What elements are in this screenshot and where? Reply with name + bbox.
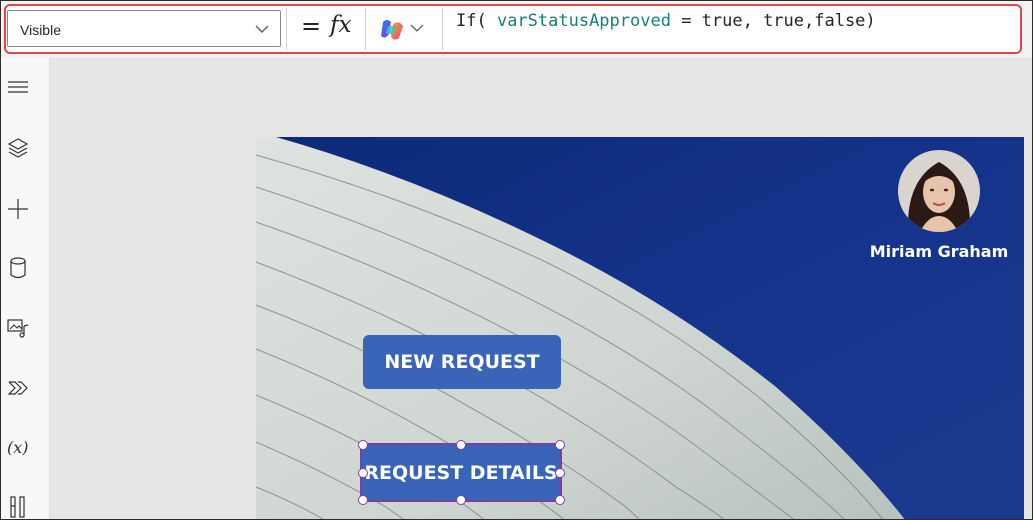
selection-handle[interactable] [555, 440, 565, 450]
selection-handle[interactable] [358, 495, 368, 505]
media-icon[interactable] [6, 316, 30, 340]
separator [365, 8, 366, 50]
selection-handle[interactable] [555, 495, 565, 505]
app-frame: Visible = fx If( varStatusApproved = tru… [0, 0, 1033, 520]
tools-icon[interactable] [6, 495, 30, 519]
selection-handle[interactable] [456, 440, 466, 450]
app-screen[interactable]: Miriam Graham NEW REQUEST REQUEST DETAIL… [256, 137, 1024, 519]
separator [286, 8, 287, 50]
request-details-button[interactable]: REQUEST DETAILS [360, 443, 562, 502]
insert-icon[interactable] [6, 197, 30, 221]
layers-icon[interactable] [6, 136, 30, 160]
user-avatar [898, 150, 980, 232]
power-automate-icon[interactable] [6, 376, 30, 400]
copilot-chevron-icon[interactable] [410, 23, 424, 33]
data-icon[interactable] [6, 256, 30, 280]
copilot-icon[interactable] [379, 18, 405, 42]
property-value: Visible [20, 22, 61, 38]
separator [442, 8, 443, 50]
selection-handle[interactable] [358, 468, 368, 478]
chevron-down-icon [255, 25, 269, 33]
selection-handle[interactable] [456, 495, 466, 505]
formula-rest: = true, true,false) [670, 11, 876, 31]
avatar-image [898, 150, 980, 232]
left-rail: (x) [1, 58, 50, 519]
menu-icon[interactable] [6, 76, 30, 100]
user-name: Miriam Graham [869, 242, 1009, 261]
variables-icon[interactable]: (x) [6, 435, 30, 459]
svg-text:(x): (x) [7, 438, 29, 457]
formula-function: If( [456, 11, 497, 31]
fx-icon[interactable]: fx [330, 12, 351, 38]
formula-variable: varStatusApproved [496, 11, 671, 31]
formula-bar: Visible = fx If( varStatusApproved = tru… [1, 1, 1032, 59]
selection-handle[interactable] [555, 468, 565, 478]
equals-sign: = [301, 12, 322, 40]
new-request-button[interactable]: NEW REQUEST [363, 335, 561, 389]
selection-handle[interactable] [358, 440, 368, 450]
property-dropdown[interactable]: Visible [7, 10, 281, 47]
formula-input[interactable]: If( varStatusApproved = true, true,false… [456, 11, 876, 31]
